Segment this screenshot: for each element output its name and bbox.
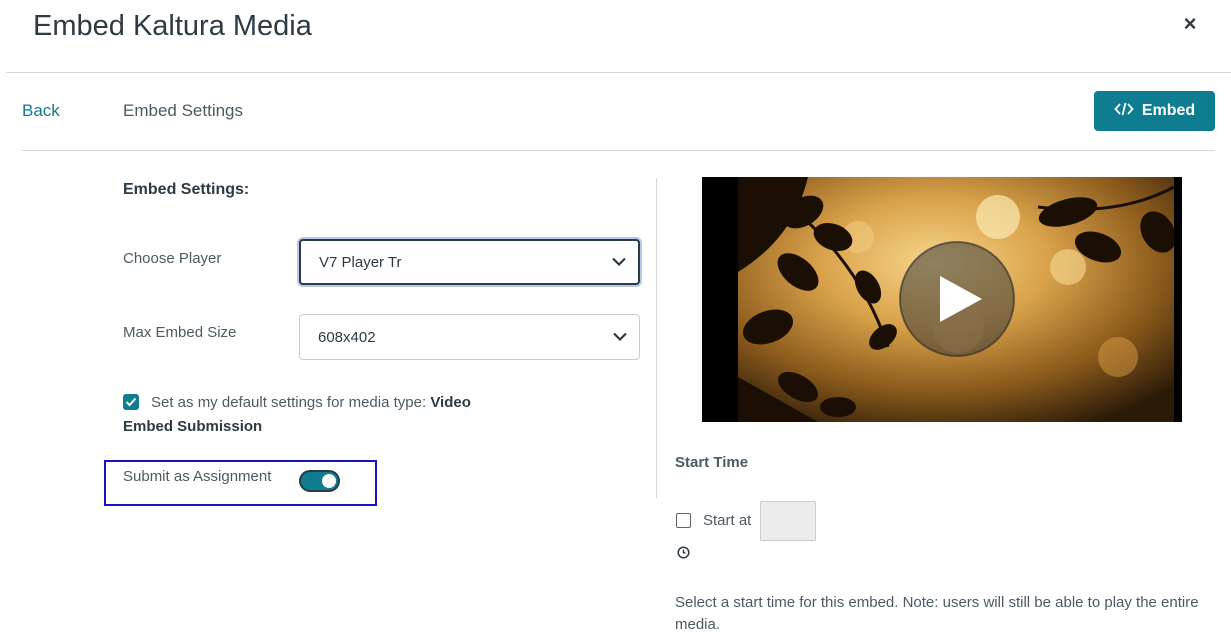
submit-assignment-label: Submit as Assignment — [123, 468, 272, 485]
chevron-down-icon — [613, 329, 627, 346]
max-embed-size-label: Max Embed Size — [123, 324, 237, 341]
code-icon — [1114, 101, 1134, 122]
play-icon[interactable] — [898, 240, 1016, 358]
embed-button[interactable]: Embed — [1094, 91, 1215, 131]
video-preview[interactable] — [702, 177, 1182, 422]
embed-submission-title: Embed Submission — [123, 418, 263, 435]
start-at-checkbox[interactable] — [676, 513, 691, 528]
choose-player-label: Choose Player — [123, 250, 222, 267]
chevron-down-icon — [612, 254, 626, 271]
default-settings-checkbox[interactable] — [123, 394, 139, 410]
toggle-knob — [322, 474, 336, 488]
dialog-title: Embed Kaltura Media — [33, 10, 312, 42]
column-divider — [656, 178, 657, 498]
default-settings-label: Set as my default settings for media typ… — [151, 394, 471, 411]
toolbar-divider — [22, 150, 1215, 151]
start-time-input[interactable] — [760, 501, 816, 541]
embed-button-label: Embed — [1141, 102, 1196, 119]
size-select[interactable]: 608x402 — [299, 314, 640, 360]
start-time-title: Start Time — [675, 454, 749, 471]
close-icon[interactable]: × — [1176, 10, 1204, 38]
submit-assignment-toggle[interactable] — [299, 470, 340, 492]
header-divider — [6, 72, 1231, 73]
size-select-value: 608x402 — [318, 328, 376, 346]
breadcrumb: Embed Settings — [123, 101, 244, 120]
clock-icon[interactable] — [677, 546, 690, 564]
section-title: Embed Settings: — [123, 181, 250, 198]
check-icon — [125, 397, 137, 407]
start-at-label: Start at — [703, 512, 752, 529]
player-select[interactable]: V7 Player Tr — [299, 239, 640, 285]
player-select-value: V7 Player Tr — [319, 253, 402, 271]
start-time-help: Select a start time for this embed. Note… — [675, 594, 1199, 633]
back-link[interactable]: Back — [22, 100, 60, 122]
